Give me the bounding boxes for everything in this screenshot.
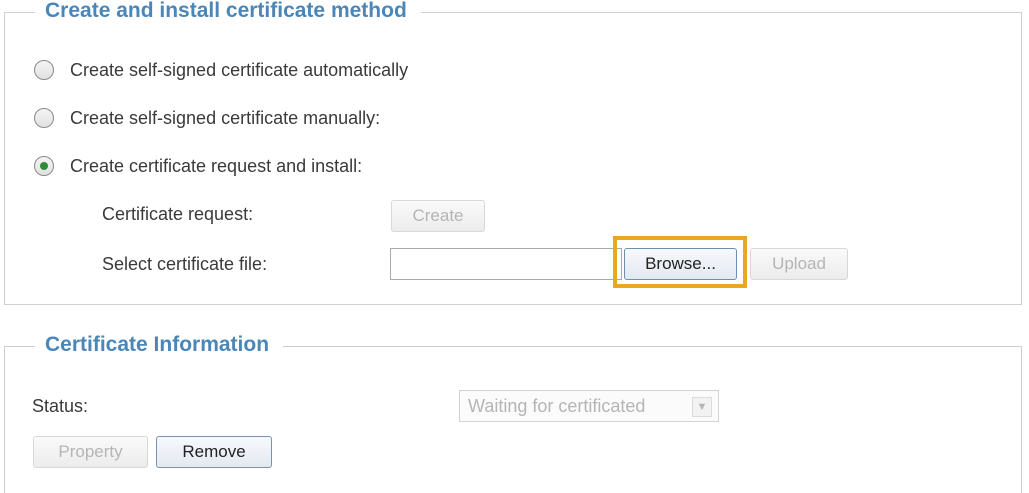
certificate-file-input[interactable] xyxy=(390,248,622,280)
status-select[interactable]: Waiting for certificated ▼ xyxy=(459,390,719,422)
radio-self-signed-manual[interactable]: Create self-signed certificate manually: xyxy=(34,104,380,132)
remove-button[interactable]: Remove xyxy=(156,436,272,468)
radio-self-signed-manual-button[interactable] xyxy=(34,108,54,128)
radio-self-signed-auto-label: Create self-signed certificate automatic… xyxy=(70,59,409,80)
certificate-information-legend: Certificate Information xyxy=(35,330,284,360)
property-button[interactable]: Property xyxy=(33,436,148,468)
chevron-down-icon[interactable]: ▼ xyxy=(692,397,712,417)
create-button[interactable]: Create xyxy=(391,200,485,232)
certificate-request-label: Certificate request: xyxy=(102,204,254,224)
radio-certificate-request[interactable]: Create certificate request and install: xyxy=(34,152,362,180)
status-label: Status: xyxy=(32,396,89,416)
status-select-value: Waiting for certificated xyxy=(468,395,646,416)
upload-button[interactable]: Upload xyxy=(750,248,848,280)
browse-highlight-box xyxy=(613,236,747,288)
radio-certificate-request-button[interactable] xyxy=(34,156,54,176)
select-certificate-file-label: Select certificate file: xyxy=(102,254,268,274)
certificate-method-legend: Create and install certificate method xyxy=(35,0,421,26)
radio-self-signed-auto[interactable]: Create self-signed certificate automatic… xyxy=(34,56,408,84)
radio-certificate-request-label: Create certificate request and install: xyxy=(70,155,363,176)
radio-self-signed-manual-label: Create self-signed certificate manually: xyxy=(70,107,381,128)
radio-self-signed-auto-button[interactable] xyxy=(34,60,54,80)
